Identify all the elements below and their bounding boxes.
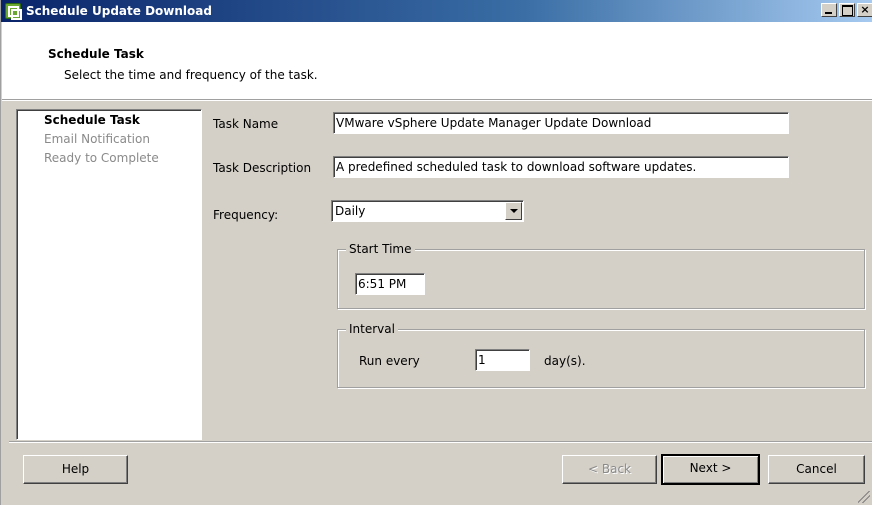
interval-group: Interval Run every 1 day(s). [337,322,865,388]
task-description-input[interactable]: A predefined scheduled task to download … [333,156,789,178]
title-bar[interactable]: Schedule Update Download × [1,0,872,22]
task-description-label: Task Description [213,161,312,175]
button-separator [9,441,872,443]
close-button[interactable]: × [857,3,872,17]
start-time-input[interactable]: 6:51 PM [355,273,425,295]
wizard-steps-panel: Schedule Task Email Notification Ready t… [16,109,202,440]
task-name-input[interactable]: VMware vSphere Update Manager Update Dow… [333,112,789,134]
task-name-label: Task Name [213,117,279,131]
window-title: Schedule Update Download [26,4,212,18]
back-button[interactable]: < Back [562,455,657,484]
step-ready-to-complete: Ready to Complete [44,151,159,165]
resize-grip-icon[interactable] [858,491,870,503]
start-time-group: Start Time 6:51 PM [337,242,865,309]
step-email-notification: Email Notification [44,132,150,146]
chevron-down-icon[interactable] [505,202,522,220]
start-time-group-title: Start Time [346,242,415,256]
header-subtitle: Select the time and frequency of the tas… [64,68,318,82]
window-controls: × [821,3,872,17]
frequency-select[interactable]: Daily [331,200,524,222]
cancel-button[interactable]: Cancel [768,455,865,484]
maximize-button[interactable] [839,3,855,17]
vsphere-app-icon [5,3,22,20]
frequency-selected-value: Daily [335,204,366,218]
frequency-label: Frequency: [213,208,279,222]
run-every-unit: day(s). [544,354,586,368]
wizard-header: Schedule Task Select the time and freque… [2,22,872,101]
interval-group-title: Interval [346,322,398,336]
header-title: Schedule Task [48,47,144,61]
wizard-window: Schedule Update Download × Schedule Task… [0,0,872,505]
next-button[interactable]: Next > [661,454,760,485]
minimize-button[interactable] [821,3,837,17]
help-button[interactable]: Help [23,455,128,484]
run-every-input[interactable]: 1 [475,349,530,371]
step-schedule-task[interactable]: Schedule Task [44,113,140,127]
run-every-label: Run every [359,354,420,368]
